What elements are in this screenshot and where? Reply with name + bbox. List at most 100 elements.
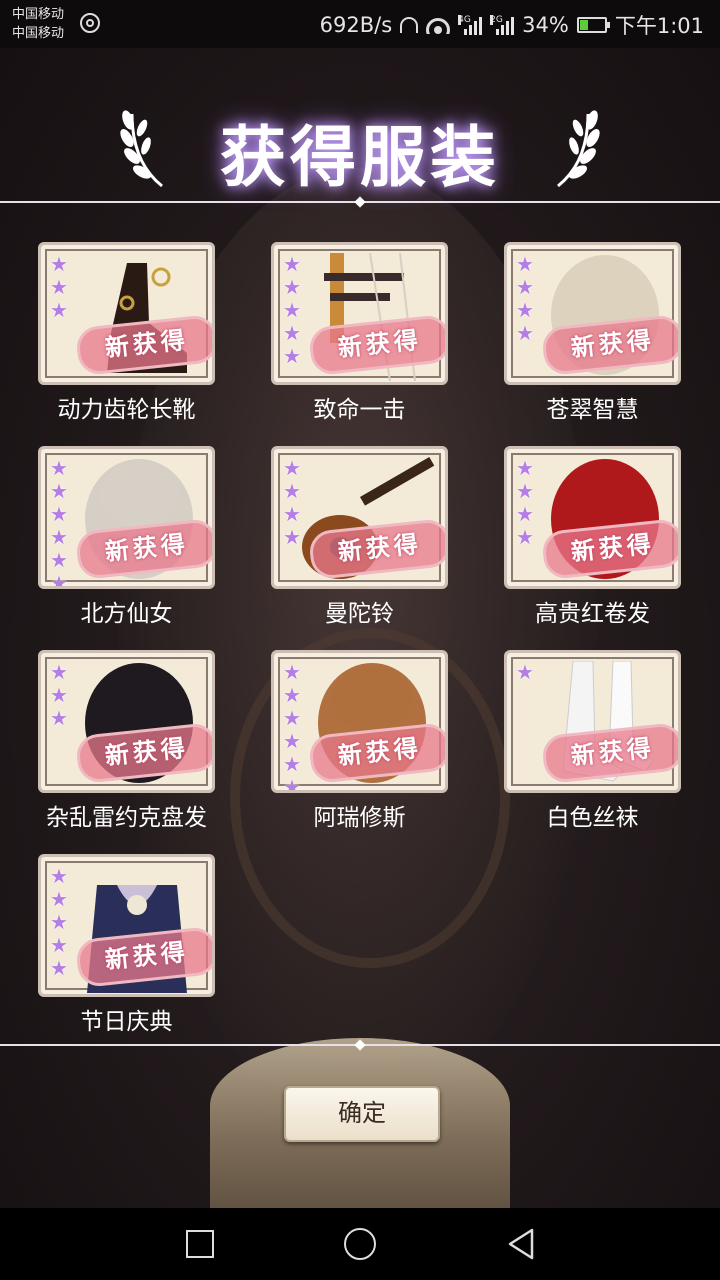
back-icon[interactable] <box>506 1228 536 1260</box>
star-rating: ★ ★ ★ <box>50 661 68 729</box>
star-icon: ★ <box>50 298 68 322</box>
navigation-bar <box>0 1208 720 1280</box>
item-name: 苍翠智慧 <box>546 397 639 423</box>
item-card[interactable]: ★ ★ ★ ★ ★ 新获得 <box>271 242 448 385</box>
item-card[interactable]: ★ ★ ★ ★ 新获得 <box>504 446 681 589</box>
star-icon: ★ <box>516 479 534 503</box>
star-icon: ★ <box>50 706 68 730</box>
netease-icon <box>80 13 100 33</box>
battery-percent: 34% <box>522 13 569 37</box>
item-slot[interactable]: ★ ★ ★ ★ ★ 新获得致命一击 <box>271 242 448 424</box>
item-name: 高贵红卷发 <box>535 601 650 627</box>
home-icon[interactable] <box>344 1228 376 1260</box>
item-slot[interactable]: ★ ★ ★ ★ 新获得 曼陀铃 <box>271 446 448 628</box>
star-icon: ★ <box>50 571 68 589</box>
carrier-2: 中国移动 <box>12 26 65 41</box>
star-icon: ★ <box>516 660 534 684</box>
star-icon: ★ <box>283 321 301 345</box>
star-rating: ★ ★ ★ ★ ★ <box>283 253 301 367</box>
item-name: 节日庆典 <box>80 1009 173 1035</box>
star-icon: ★ <box>50 956 68 980</box>
star-icon: ★ <box>50 456 68 480</box>
star-rating: ★ ★ ★ ★ ★ <box>50 865 68 979</box>
star-icon: ★ <box>516 525 534 549</box>
star-icon: ★ <box>50 910 68 934</box>
star-icon: ★ <box>283 298 301 322</box>
status-indicators: 692B/s 4G 2G 34% 下午1:01 <box>320 10 704 40</box>
star-icon: ★ <box>283 683 301 707</box>
item-slot[interactable]: ★ ★ ★ ★ 新获得苍翠智慧 <box>504 242 681 424</box>
carrier-1: 中国移动 <box>12 7 65 22</box>
star-icon: ★ <box>516 252 534 276</box>
star-rating: ★ <box>516 661 534 683</box>
item-slot[interactable]: ★ ★ ★ ★ ★ ★ 新获得阿瑞修斯 <box>271 650 448 832</box>
battery-fill <box>579 20 588 30</box>
item-card[interactable]: ★ ★ ★ ★ 新获得 <box>271 446 448 589</box>
clock: 下午1:01 <box>614 14 704 38</box>
item-card[interactable]: ★ ★ ★ ★ ★ ★ 新获得 <box>271 650 448 793</box>
star-icon: ★ <box>283 502 301 526</box>
star-icon: ★ <box>283 752 301 776</box>
star-icon: ★ <box>50 660 68 684</box>
item-slot[interactable]: ★ ★ ★ 新获得杂乱雷约克盘发 <box>38 650 215 832</box>
star-icon: ★ <box>283 479 301 503</box>
star-rating: ★ ★ ★ <box>50 253 68 321</box>
star-icon: ★ <box>516 456 534 480</box>
carrier-labels: 中国移动 中国移动 <box>12 5 64 43</box>
star-icon: ★ <box>516 298 534 322</box>
signal-4g-label: 4G <box>458 15 471 25</box>
star-icon: ★ <box>50 887 68 911</box>
item-card[interactable]: ★ ★ ★ 新获得 <box>38 650 215 793</box>
item-slot[interactable]: ★ ★ ★ ★ ★ 新获得节日庆典 <box>38 854 215 1036</box>
star-icon: ★ <box>50 252 68 276</box>
star-icon: ★ <box>50 479 68 503</box>
star-icon: ★ <box>50 933 68 957</box>
item-slot[interactable]: ★ ★ ★ ★ 新获得高贵红卷发 <box>504 446 681 628</box>
item-name: 动力齿轮长靴 <box>57 397 196 423</box>
star-icon: ★ <box>283 729 301 753</box>
star-icon: ★ <box>283 344 301 368</box>
item-name: 杂乱雷约克盘发 <box>46 805 207 831</box>
star-icon: ★ <box>516 275 534 299</box>
star-rating: ★ ★ ★ ★ <box>283 457 301 548</box>
star-icon: ★ <box>50 502 68 526</box>
item-card[interactable]: ★ ★ ★ ★ ★ ★ 新获得 <box>38 446 215 589</box>
star-rating: ★ ★ ★ ★ ★ ★ <box>283 660 301 793</box>
star-rating: ★ ★ ★ ★ ★ ★ <box>50 456 68 589</box>
star-icon: ★ <box>50 525 68 549</box>
star-icon: ★ <box>50 864 68 888</box>
confirm-button[interactable]: 确定 <box>284 1086 440 1142</box>
star-icon: ★ <box>283 275 301 299</box>
status-bar: 中国移动 中国移动 692B/s 4G 2G 34% 下午1:01 <box>0 0 720 48</box>
signal-2g-icon: 2G <box>490 15 515 35</box>
network-speed: 692B/s <box>319 13 393 37</box>
item-card[interactable]: ★ 新获得 <box>504 650 681 793</box>
star-icon: ★ <box>283 775 301 793</box>
headset-icon <box>400 17 419 33</box>
item-slot[interactable]: ★ ★ ★ ★ ★ ★ 新获得北方仙女 <box>38 446 215 628</box>
top-divider <box>0 196 720 208</box>
star-icon: ★ <box>283 525 301 549</box>
recent-apps-icon[interactable] <box>186 1230 214 1258</box>
star-icon: ★ <box>283 660 301 684</box>
bottom-divider <box>0 1039 720 1051</box>
star-rating: ★ ★ ★ ★ <box>516 457 534 548</box>
laurel-right-icon <box>557 110 600 188</box>
star-icon: ★ <box>283 252 301 276</box>
item-name: 致命一击 <box>313 397 406 423</box>
wifi-icon <box>426 16 451 34</box>
item-name: 北方仙女 <box>80 601 173 627</box>
star-icon: ★ <box>283 706 301 730</box>
star-icon: ★ <box>283 456 301 480</box>
item-slot[interactable]: ★ ★ ★ 新获得 动力齿轮长靴 <box>38 242 215 424</box>
item-card[interactable]: ★ ★ ★ ★ ★ 新获得 <box>38 854 215 997</box>
signal-2g-label: 2G <box>490 15 503 25</box>
item-name: 阿瑞修斯 <box>313 805 406 831</box>
item-card[interactable]: ★ ★ ★ 新获得 <box>38 242 215 385</box>
item-slot[interactable]: ★ 新获得 白色丝袜 <box>504 650 681 832</box>
star-icon: ★ <box>516 502 534 526</box>
star-rating: ★ ★ ★ ★ <box>516 253 534 344</box>
star-icon: ★ <box>50 683 68 707</box>
signal-4g-icon: 4G <box>458 15 483 35</box>
item-card[interactable]: ★ ★ ★ ★ 新获得 <box>504 242 681 385</box>
